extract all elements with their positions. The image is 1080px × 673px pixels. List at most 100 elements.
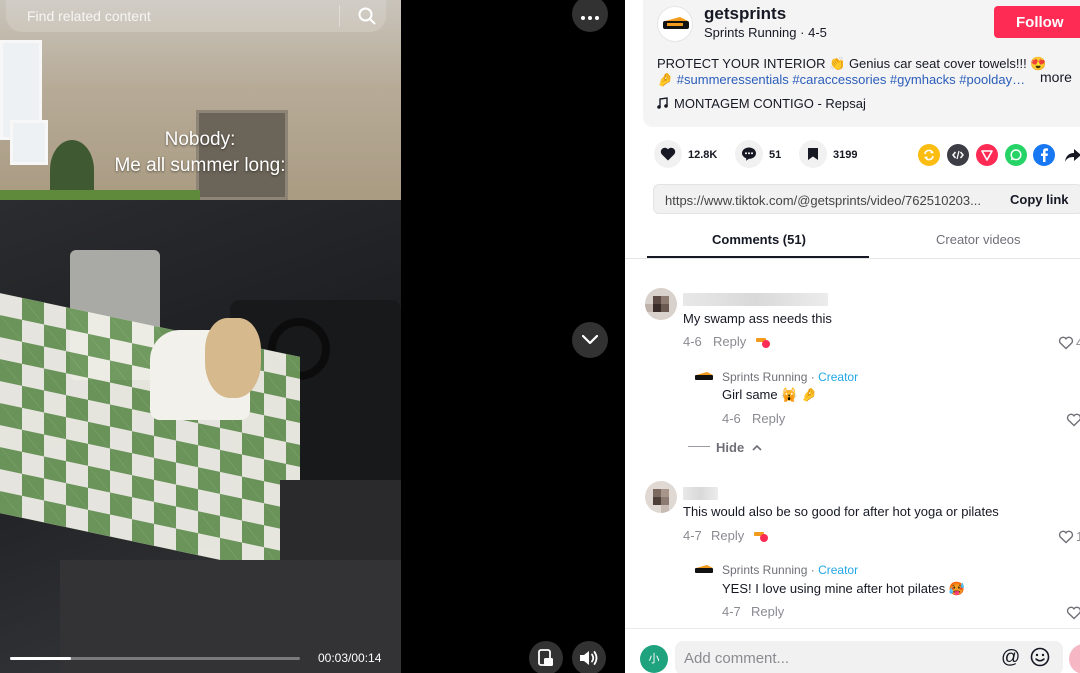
search-divider [339, 5, 340, 27]
reply-date: 4-6 [722, 411, 741, 426]
hide-label: Hide [716, 440, 745, 455]
mention-icon[interactable]: @ [1001, 647, 1020, 669]
emoji-icon[interactable] [1030, 647, 1050, 667]
code-icon [952, 150, 964, 160]
music-title: MONTAGEM CONTIGO - Repsaj [674, 96, 866, 111]
whatsapp-share-button[interactable] [1005, 144, 1027, 166]
share-link-url[interactable]: https://www.tiktok.com/@getsprints/video… [665, 193, 981, 208]
tab-comments[interactable]: Comments (51) [712, 232, 806, 247]
details-panel: getsprints Sprints Running · 4-5 Follow … [625, 0, 1080, 673]
add-comment-bar: 小 @ [625, 628, 1080, 673]
comment-date: 4-6 [683, 334, 702, 349]
reply-text: Girl same 🙀 🤌 [722, 387, 818, 402]
chevron-up-icon [752, 444, 762, 451]
reply-text: YES! I love using mine after hot pilates… [722, 581, 966, 596]
creator-badge: Creator [818, 370, 859, 384]
tab-active-indicator [647, 256, 869, 258]
video-description: PROTECT YOUR INTERIOR 👏 Genius car seat … [657, 56, 1047, 71]
tab-creator-videos[interactable]: Creator videos [936, 232, 1021, 247]
comment-like-heart-icon[interactable] [1058, 336, 1074, 350]
video-progress-fill [10, 657, 71, 660]
tiktok-video-page: Nobody: Me all summer long: 00:03/00:14 … [0, 0, 1080, 673]
like-count: 12.8K [688, 149, 718, 161]
commenter-name-blurred [683, 487, 718, 500]
search-icon[interactable] [358, 7, 376, 25]
author-subline: Sprints Running · 4-5 [704, 25, 827, 40]
reply-like-heart-icon[interactable] [1066, 413, 1080, 427]
music-info[interactable]: MONTAGEM CONTIGO - Repsaj [657, 96, 866, 111]
hide-replies-line [688, 446, 710, 447]
dot-separator: · [810, 370, 815, 384]
reply-author: Sprints Running · Creator [722, 370, 858, 384]
video-player[interactable]: Nobody: Me all summer long: 00:03/00:14 [0, 0, 401, 673]
facebook-icon [1041, 148, 1048, 162]
author-display-name: Sprints Running [704, 25, 797, 40]
send-icon [981, 150, 993, 161]
whatsapp-icon [1010, 149, 1022, 161]
next-video-button[interactable] [572, 322, 608, 358]
share-arrow-icon [1065, 149, 1080, 162]
comment-bubble-icon [742, 147, 756, 161]
volume-button[interactable] [572, 641, 606, 673]
comment-like-count: 1 [1076, 529, 1080, 544]
more-share-button[interactable] [1064, 146, 1080, 169]
heart-icon [660, 147, 676, 161]
dot-separator: · [810, 563, 815, 577]
video-scene-window [10, 120, 48, 165]
facebook-share-button[interactable] [1033, 144, 1055, 166]
comment-like-heart-icon[interactable] [1058, 530, 1074, 544]
author-avatar[interactable] [657, 6, 693, 42]
overlay-line-2: Me all summer long: [114, 155, 286, 176]
reply-author: Sprints Running · Creator [722, 563, 858, 577]
follow-button[interactable]: Follow [994, 6, 1080, 38]
pixelated-avatar-icon [645, 481, 677, 513]
video-scene-hair [205, 318, 261, 398]
save-button[interactable] [799, 140, 827, 168]
post-date: 4-5 [808, 25, 827, 40]
creator-avatar-icon[interactable] [694, 563, 714, 575]
reply-date: 4-7 [722, 604, 741, 619]
liked-by-creator-icon [754, 532, 768, 542]
like-button[interactable] [654, 140, 682, 168]
video-progress-bar[interactable] [10, 657, 300, 660]
copy-link-button[interactable]: Copy link [1010, 192, 1069, 207]
comment-text: My swamp ass needs this [683, 311, 832, 326]
description-more-link[interactable]: more [1040, 69, 1072, 85]
reply-button[interactable]: Reply [751, 604, 784, 619]
overlay-line-1: Nobody: [164, 129, 236, 150]
creator-avatar-icon[interactable] [694, 370, 714, 382]
reply-button[interactable]: Reply [752, 411, 785, 426]
dot-separator: · [800, 25, 805, 40]
liked-by-creator-icon [756, 338, 770, 348]
bookmark-icon [808, 148, 818, 160]
reply-button[interactable]: Reply [711, 528, 744, 543]
comment-like-count: 4 [1076, 335, 1080, 350]
reply-button[interactable]: Reply [713, 334, 746, 349]
comment-button[interactable] [735, 140, 763, 168]
embed-button[interactable] [947, 144, 969, 166]
author-username[interactable]: getsprints [704, 4, 786, 24]
related-search-box[interactable]: Find related content [6, 0, 386, 32]
hide-replies-button[interactable]: Hide [716, 440, 762, 455]
repost-button[interactable] [918, 144, 940, 166]
current-user-avatar[interactable]: 小 [640, 645, 668, 673]
search-input[interactable]: Find related content [27, 8, 151, 24]
video-hashtags[interactable]: 🤌 #summeressentials #caraccessories #gym… [657, 71, 1032, 88]
save-count: 3199 [833, 149, 858, 161]
pixelated-avatar-icon [645, 288, 677, 320]
commenter-avatar[interactable] [645, 481, 677, 513]
more-options-button[interactable] [572, 0, 608, 32]
picture-in-picture-button[interactable] [529, 641, 563, 673]
comment-date: 4-7 [683, 528, 702, 543]
post-comment-button[interactable] [1069, 644, 1080, 673]
send-to-friends-button[interactable] [976, 144, 998, 166]
speaker-icon [580, 651, 598, 665]
share-link-box: https://www.tiktok.com/@getsprints/video… [653, 184, 1080, 214]
video-caption-overlay: Nobody: Me all summer long: [100, 127, 300, 179]
chevron-down-icon [582, 335, 598, 345]
reply-like-heart-icon[interactable] [1066, 606, 1080, 620]
music-note-icon [657, 97, 668, 109]
repost-icon [924, 149, 934, 161]
comment-text: This would also be so good for after hot… [683, 504, 999, 519]
commenter-avatar[interactable] [645, 288, 677, 320]
